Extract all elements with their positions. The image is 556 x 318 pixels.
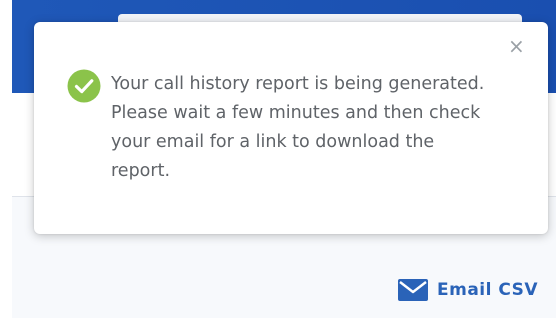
email-csv-label: Email CSV — [437, 280, 539, 300]
email-csv-button[interactable]: Email CSV — [398, 279, 538, 301]
left-edge — [0, 0, 12, 318]
check-circle-icon — [67, 69, 101, 103]
envelope-icon — [398, 279, 428, 301]
page: Email CSV × Your call history report is … — [0, 0, 556, 318]
close-icon[interactable]: × — [508, 36, 525, 56]
notification-message: Your call history report is being genera… — [111, 74, 485, 181]
notification-toast: × Your call history report is being gene… — [34, 22, 548, 234]
